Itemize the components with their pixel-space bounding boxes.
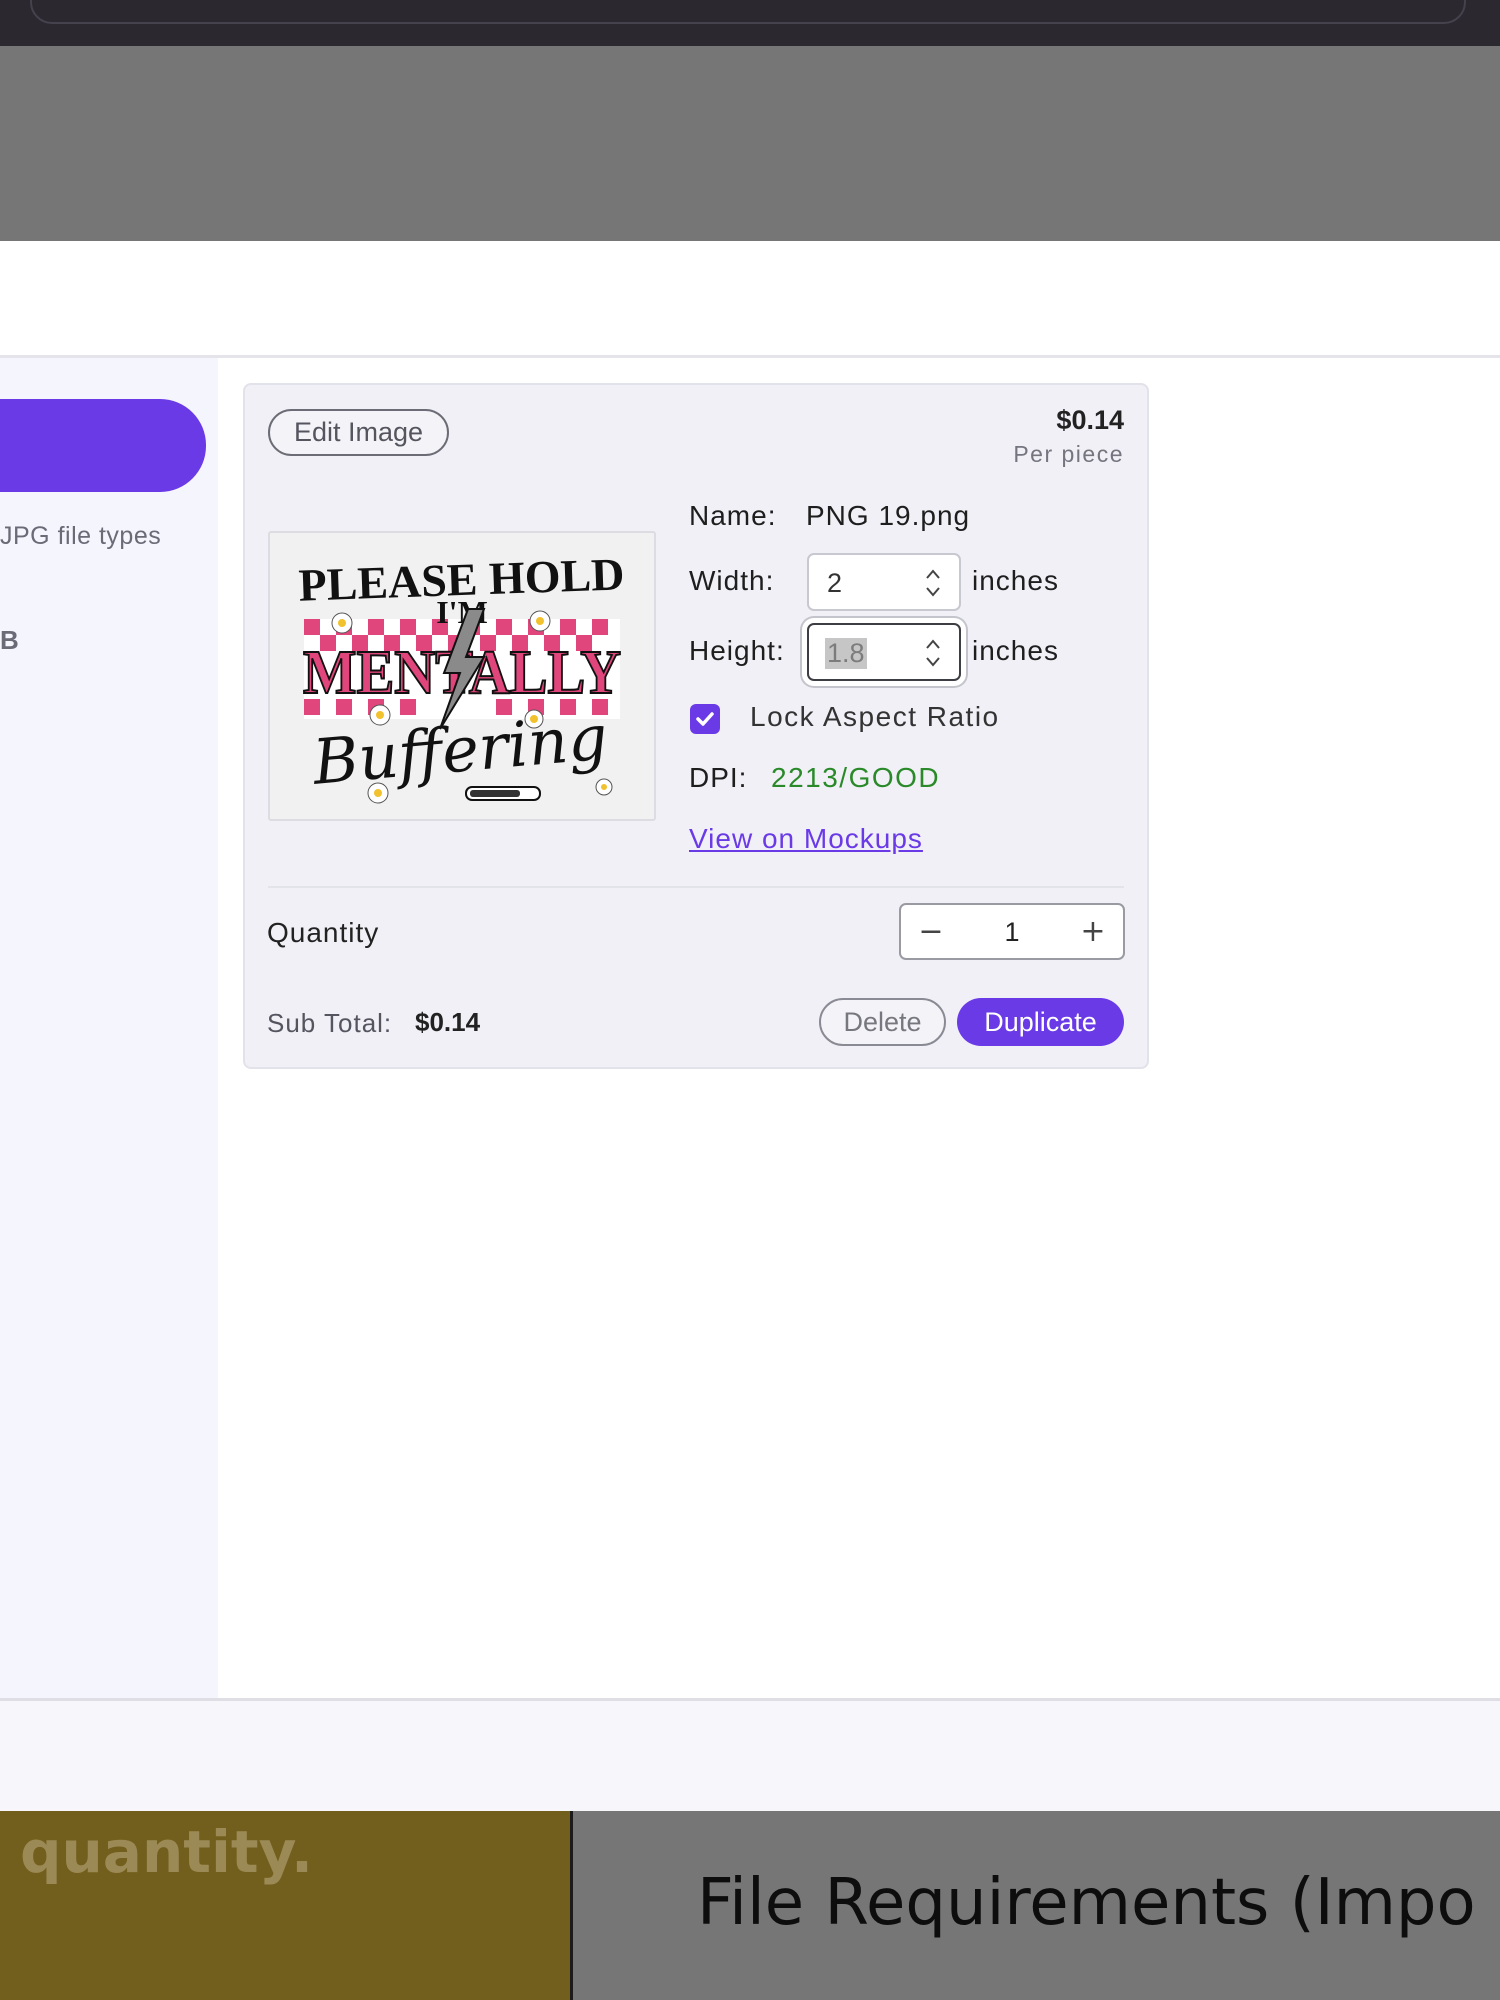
progress-bar-icon bbox=[465, 786, 541, 801]
sidebar bbox=[0, 358, 218, 1698]
overlay-caption-right: File Requirements (Impo bbox=[697, 1866, 1476, 1940]
subtotal-value: $0.14 bbox=[415, 1007, 481, 1037]
spinner-arrows-icon[interactable] bbox=[925, 637, 941, 669]
width-value: 2 bbox=[827, 568, 843, 598]
duplicate-button[interactable]: Duplicate bbox=[957, 998, 1124, 1046]
quantity-stepper: − 1 + bbox=[899, 903, 1125, 960]
quantity-decrement-button[interactable]: − bbox=[901, 905, 961, 958]
height-label: Height: bbox=[689, 635, 785, 666]
checkmark-icon bbox=[696, 712, 714, 726]
dpi-value: 2213/GOOD bbox=[771, 762, 941, 793]
sidebar-truncated-text: B bbox=[0, 625, 19, 655]
lock-aspect-checkbox[interactable] bbox=[690, 704, 720, 734]
lock-aspect-label: Lock Aspect Ratio bbox=[750, 701, 1000, 732]
view-on-mockups-link[interactable]: View on Mockups bbox=[689, 823, 923, 855]
height-unit-label: inches bbox=[972, 635, 1059, 666]
page-header bbox=[0, 241, 1500, 355]
height-value: 1.8 bbox=[825, 638, 867, 669]
overlay-band bbox=[0, 46, 1500, 241]
overlay-caption-left: quantity. bbox=[20, 1818, 314, 1886]
spinner-arrows-icon[interactable] bbox=[925, 567, 941, 599]
design-artwork: PLEASE HOLD I'M MENTALLY Buffering bbox=[298, 548, 625, 804]
sidebar-file-types-hint: JPG file types bbox=[0, 522, 162, 550]
quantity-increment-button[interactable]: + bbox=[1063, 905, 1123, 958]
sidebar-upload-button[interactable] bbox=[0, 399, 206, 492]
width-label: Width: bbox=[689, 565, 775, 596]
quantity-value[interactable]: 1 bbox=[961, 917, 1063, 948]
browser-address-field[interactable] bbox=[30, 0, 1466, 24]
design-thumbnail: PLEASE HOLD I'M MENTALLY Buffering bbox=[268, 531, 656, 821]
name-label: Name: bbox=[689, 500, 777, 531]
subtotal-label: Sub Total: bbox=[267, 1008, 393, 1038]
file-name-value: PNG 19.png bbox=[806, 500, 971, 531]
price-per-piece: $0.14 bbox=[1056, 405, 1124, 435]
edit-image-button[interactable]: Edit Image bbox=[268, 409, 449, 456]
width-unit-label: inches bbox=[972, 565, 1059, 596]
delete-button[interactable]: Delete bbox=[819, 998, 946, 1046]
card-divider bbox=[268, 886, 1124, 888]
width-input[interactable]: 2 bbox=[807, 553, 961, 611]
height-input[interactable]: 1.8 bbox=[807, 623, 961, 681]
dpi-label: DPI: bbox=[689, 762, 748, 793]
page-footer bbox=[0, 1701, 1500, 1811]
quantity-label: Quantity bbox=[267, 917, 380, 948]
price-unit-label: Per piece bbox=[1013, 441, 1124, 467]
